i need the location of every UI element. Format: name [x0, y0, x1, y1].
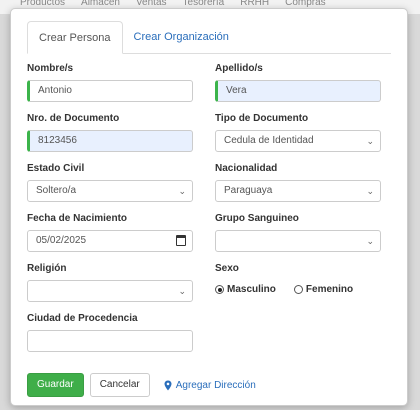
radio-masculino-label: Masculino — [227, 284, 276, 295]
radio-masculino-button[interactable] — [215, 285, 224, 294]
religion-group: Religión ⌄ — [27, 262, 193, 302]
chevron-down-icon: ⌄ — [366, 186, 374, 196]
nro-documento-label: Nro. de Documento — [27, 113, 120, 124]
estado-civil-group: Estado Civil Soltero/a ⌄ — [27, 162, 193, 202]
nav-item: Tesorería — [182, 0, 225, 8]
fecha-nacimiento-group: Fecha de Nacimiento 05/02/2025 — [27, 212, 193, 252]
nacionalidad-group: Nacionalidad Paraguaya ⌄ — [215, 162, 381, 202]
tipo-documento-group: Tipo de Documento Cedula de Identidad ⌄ — [215, 112, 381, 152]
nav-item: RRHH — [240, 0, 270, 8]
nav-item: Almacen — [81, 0, 120, 8]
radio-masculino[interactable]: Masculino — [215, 284, 276, 295]
religion-select[interactable]: ⌄ — [27, 280, 193, 302]
add-address-label: Agregar Dirección — [175, 379, 256, 391]
apellidos-value: Vera — [226, 85, 247, 96]
nro-documento-input[interactable]: 8123456 — [27, 130, 193, 152]
chevron-down-icon: ⌄ — [366, 136, 374, 146]
sexo-group: Sexo Masculino Femenino — [215, 262, 405, 295]
ciudad-procedencia-group: Ciudad de Procedencia — [27, 312, 193, 352]
nav-item: Compras — [285, 0, 326, 8]
apellidos-group: Apellido/s Vera — [215, 62, 381, 102]
nro-documento-value: 8123456 — [38, 135, 77, 146]
cancel-button[interactable]: Cancelar — [89, 373, 150, 397]
nombres-label: Nombre/s — [27, 63, 74, 74]
tab-crear-persona[interactable]: Crear Persona — [27, 21, 123, 54]
nro-documento-group: Nro. de Documento 8123456 — [27, 112, 193, 152]
nacionalidad-select[interactable]: Paraguaya ⌄ — [215, 180, 381, 202]
map-pin-icon — [164, 380, 172, 390]
chevron-down-icon: ⌄ — [366, 236, 374, 246]
tipo-documento-value: Cedula de Identidad — [224, 135, 314, 146]
nombres-input[interactable]: Antonio — [27, 80, 193, 102]
sexo-label: Sexo — [215, 263, 239, 274]
tipo-documento-select[interactable]: Cedula de Identidad ⌄ — [215, 130, 381, 152]
modal-footer: Guardar Cancelar Agregar Dirección — [27, 373, 256, 397]
chevron-down-icon: ⌄ — [178, 286, 186, 296]
tab-crear-organizacion[interactable]: Crear Organización — [123, 21, 240, 54]
radio-femenino-button[interactable] — [293, 285, 303, 294]
ciudad-procedencia-input[interactable] — [27, 330, 193, 352]
estado-civil-label: Estado Civil — [27, 163, 85, 174]
nacionalidad-value: Paraguaya — [224, 185, 273, 196]
nombres-value: Antonio — [38, 85, 72, 96]
fecha-nacimiento-input[interactable]: 05/02/2025 — [27, 230, 193, 252]
tipo-documento-label: Tipo de Documento — [215, 113, 309, 124]
nav-item: Productos — [20, 0, 66, 8]
estado-civil-value: Soltero/a — [36, 185, 77, 196]
nav-item: Ventas — [135, 0, 167, 8]
calendar-icon[interactable] — [176, 235, 186, 246]
grupo-sanguineo-select[interactable]: ⌄ — [215, 230, 381, 252]
create-person-modal: Crear Persona Crear Organización Nombre/… — [10, 8, 408, 406]
estado-civil-select[interactable]: Soltero/a ⌄ — [27, 180, 193, 202]
nacionalidad-label: Nacionalidad — [215, 163, 278, 174]
fecha-nacimiento-value: 05/02/2025 — [36, 235, 87, 246]
religion-label: Religión — [27, 263, 67, 274]
nombres-group: Nombre/s Antonio — [27, 62, 193, 102]
ciudad-procedencia-label: Ciudad de Procedencia — [27, 313, 138, 324]
radio-femenino[interactable]: Femenino — [293, 284, 354, 295]
sexo-radio-group: Masculino Femenino — [215, 284, 405, 295]
tab-bar: Crear Persona Crear Organización — [27, 21, 391, 54]
grupo-sanguineo-label: Grupo Sanguineo — [215, 213, 299, 224]
apellidos-label: Apellido/s — [215, 63, 263, 74]
grupo-sanguineo-group: Grupo Sanguineo ⌄ — [215, 212, 381, 252]
fecha-nacimiento-label: Fecha de Nacimiento — [27, 213, 128, 224]
apellidos-input[interactable]: Vera — [215, 80, 381, 102]
chevron-down-icon: ⌄ — [178, 186, 186, 196]
save-button[interactable]: Guardar — [27, 373, 84, 397]
radio-femenino-label: Femenino — [305, 284, 354, 295]
add-address-link[interactable]: Agregar Dirección — [164, 380, 256, 391]
